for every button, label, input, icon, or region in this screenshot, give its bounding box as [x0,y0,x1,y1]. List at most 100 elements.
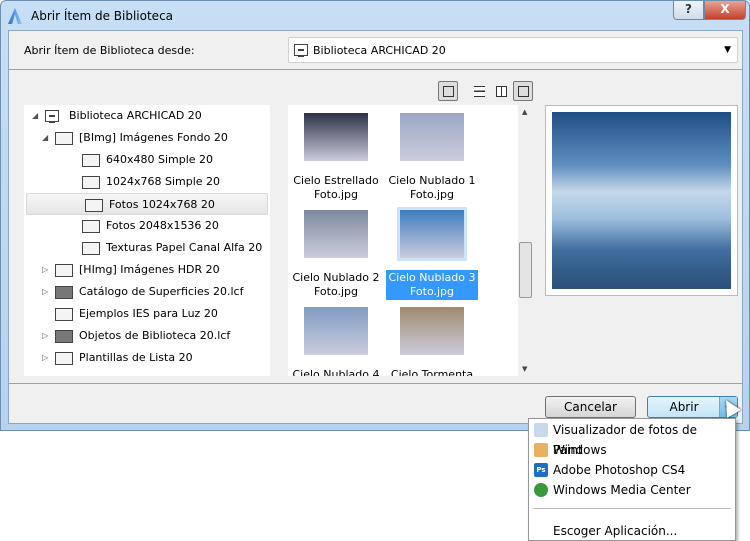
list-view-button[interactable] [469,81,489,101]
folder-icon [82,242,100,255]
archicad-icon [8,8,22,24]
thumbnail-scrollbar[interactable]: ▲ ▼ [518,105,533,376]
folder-icon [55,132,73,145]
app-icon [534,423,548,437]
open-with-menu: Escoger Aplicación... Visualizador de fo… [528,418,736,541]
thumbnail-name: Cielo Nublado 4 [292,368,380,376]
thumbnail-ext: Foto.jpg [409,285,455,298]
menu-separator [533,508,731,509]
scroll-down-icon[interactable]: ▼ [522,365,527,373]
menu-item[interactable]: Windows Media Center [529,480,735,500]
tree-item-label: 640x480 Simple 20 [106,153,214,166]
source-dropdown[interactable]: Biblioteca ARCHICAD 20 ▼ [288,37,738,63]
thumbnail-name: Cielo Estrellado [293,174,379,187]
thumbnail-item[interactable]: Cielo Nublado 2 Foto.jpg [290,210,382,300]
expander-icon[interactable]: ▷ [42,259,48,281]
list-icon [474,86,485,97]
source-label: Abrir Ítem de Biblioteca desde: [24,44,195,57]
window-title: Abrir Ítem de Biblioteca [31,9,174,23]
scrollbar-thumb[interactable] [519,242,532,298]
menu-item[interactable]: Ps Adobe Photoshop CS4 [529,460,735,480]
menu-item[interactable]: Visualizador de fotos de Windows [529,420,735,457]
folder-icon [85,199,103,212]
dialog-window: Abrir Ítem de Biblioteca ? X Abrir Ítem … [0,0,750,431]
tree-item-label: Objetos de Biblioteca 20.lcf [79,329,231,342]
tree-item[interactable]: ▷ Plantillas de Lista 20 [24,347,270,369]
tree-item[interactable]: 1024x768 Simple 20 [24,171,270,193]
expander-icon[interactable]: ◢ [42,127,48,149]
tree-item[interactable]: Fotos 1024x768 20 [26,193,268,215]
folder-icon [55,308,73,321]
thumbnail-image [400,307,464,355]
thumbnail-grid[interactable]: Cielo Estrellado Foto.jpg Cielo Nublado 1F… [288,105,518,376]
tree-item-label: [BImg] Imágenes Fondo 20 [79,131,228,144]
chevron-down-icon: ▼ [724,45,731,55]
tree-item[interactable]: Fotos 2048x1536 20 [24,215,270,237]
open-button-label: Abrir [669,400,699,414]
thumbnail-ext: Foto.jpg [313,188,359,201]
tree-item[interactable]: Ejemplos IES para Luz 20 [24,303,270,325]
tree-item[interactable]: ▷ Objetos de Biblioteca 20.lcf [24,325,270,347]
scroll-up-icon[interactable]: ▲ [522,108,527,116]
expander-icon[interactable]: ▷ [42,281,48,303]
thumbnail-item[interactable]: Cielo Nublado 4 [290,307,382,376]
preview-panel [545,105,738,296]
tree-item[interactable]: ▷ [HImg] Imágenes HDR 20 [24,259,270,281]
library-icon [294,44,308,57]
folder-icon [82,154,100,167]
thumbnail-name: Cielo Nublado 1 [388,174,476,187]
menu-item-choose-application[interactable]: Escoger Aplicación... [529,521,735,541]
source-value: Biblioteca ARCHICAD 20 [313,44,446,57]
tree-item-label: Fotos 2048x1536 20 [106,219,219,232]
divider [9,383,742,384]
divider [9,69,742,70]
thumbnail-item[interactable]: Cielo Nublado 3 Foto.jpg [386,207,478,300]
thumbnail-name: Cielo Nublado 2 [292,271,380,284]
tree-item-label: Catálogo de Superficies 20.lcf [79,285,244,298]
library-icon [45,110,59,123]
tree-item[interactable]: 640x480 Simple 20 [24,149,270,171]
tree-item[interactable]: ◢ [BImg] Imágenes Fondo 20 [24,127,270,149]
tree-item-label: Ejemplos IES para Luz 20 [79,307,218,320]
app-icon [534,483,548,497]
dialog-client: Abrir Ítem de Biblioteca desde: Bibliote… [8,30,743,424]
menu-item[interactable]: Paint [529,440,735,460]
thumbnail-item[interactable]: Cielo Tormenta 1 [386,307,478,376]
tree-item-label: 1024x768 Simple 20 [106,175,221,188]
thumbnail-item[interactable]: Cielo Nublado 1 Foto.jpg [386,113,478,203]
grid-view-button[interactable] [491,81,511,101]
tree-item[interactable]: ◢ Biblioteca ARCHICAD 20 [24,105,270,127]
expander-icon[interactable]: ◢ [32,105,38,127]
folder-up-button[interactable] [438,81,458,101]
tree-item[interactable]: Texturas Papel Canal Alfa 20 [24,237,270,259]
menu-item-label: Escoger Aplicación... [553,524,678,538]
help-button[interactable]: ? [673,1,704,20]
app-icon: Ps [534,463,548,477]
tree-item[interactable]: ▷ Catálogo de Superficies 20.lcf [24,281,270,303]
close-button[interactable]: X [704,1,746,20]
menu-item-label: Windows Media Center [553,483,691,497]
app-icon [534,443,548,457]
expander-icon[interactable]: ▷ [42,347,48,369]
folder-icon [82,176,100,189]
thumbnail-name: Cielo Nublado 3 [388,271,476,284]
folder-icon [82,220,100,233]
folder-up-icon [443,86,454,97]
thumbnail-image [397,207,467,261]
preview-view-button[interactable] [513,81,533,101]
thumbnail-item[interactable]: Cielo Estrellado Foto.jpg [290,113,382,203]
preview-icon [518,86,529,97]
thumbnail-image [304,307,368,355]
thumbnail-name: Cielo Tormenta 1 [390,368,474,376]
thumbnail-ext: Foto.jpg [409,188,455,201]
grid-icon [496,86,507,97]
library-tree[interactable]: ◢ Biblioteca ARCHICAD 20 ◢ [BImg] Imágenes … [24,105,270,376]
cancel-button[interactable]: Cancelar [545,396,636,418]
lcf-file-icon [55,330,73,343]
folder-icon [55,352,73,365]
thumbnail-image [304,210,368,258]
expander-icon[interactable]: ▷ [42,325,48,347]
tree-item-label: Texturas Papel Canal Alfa 20 [106,241,263,254]
thumbnail-image [400,113,464,161]
tree-item-label: Biblioteca ARCHICAD 20 [69,109,202,122]
